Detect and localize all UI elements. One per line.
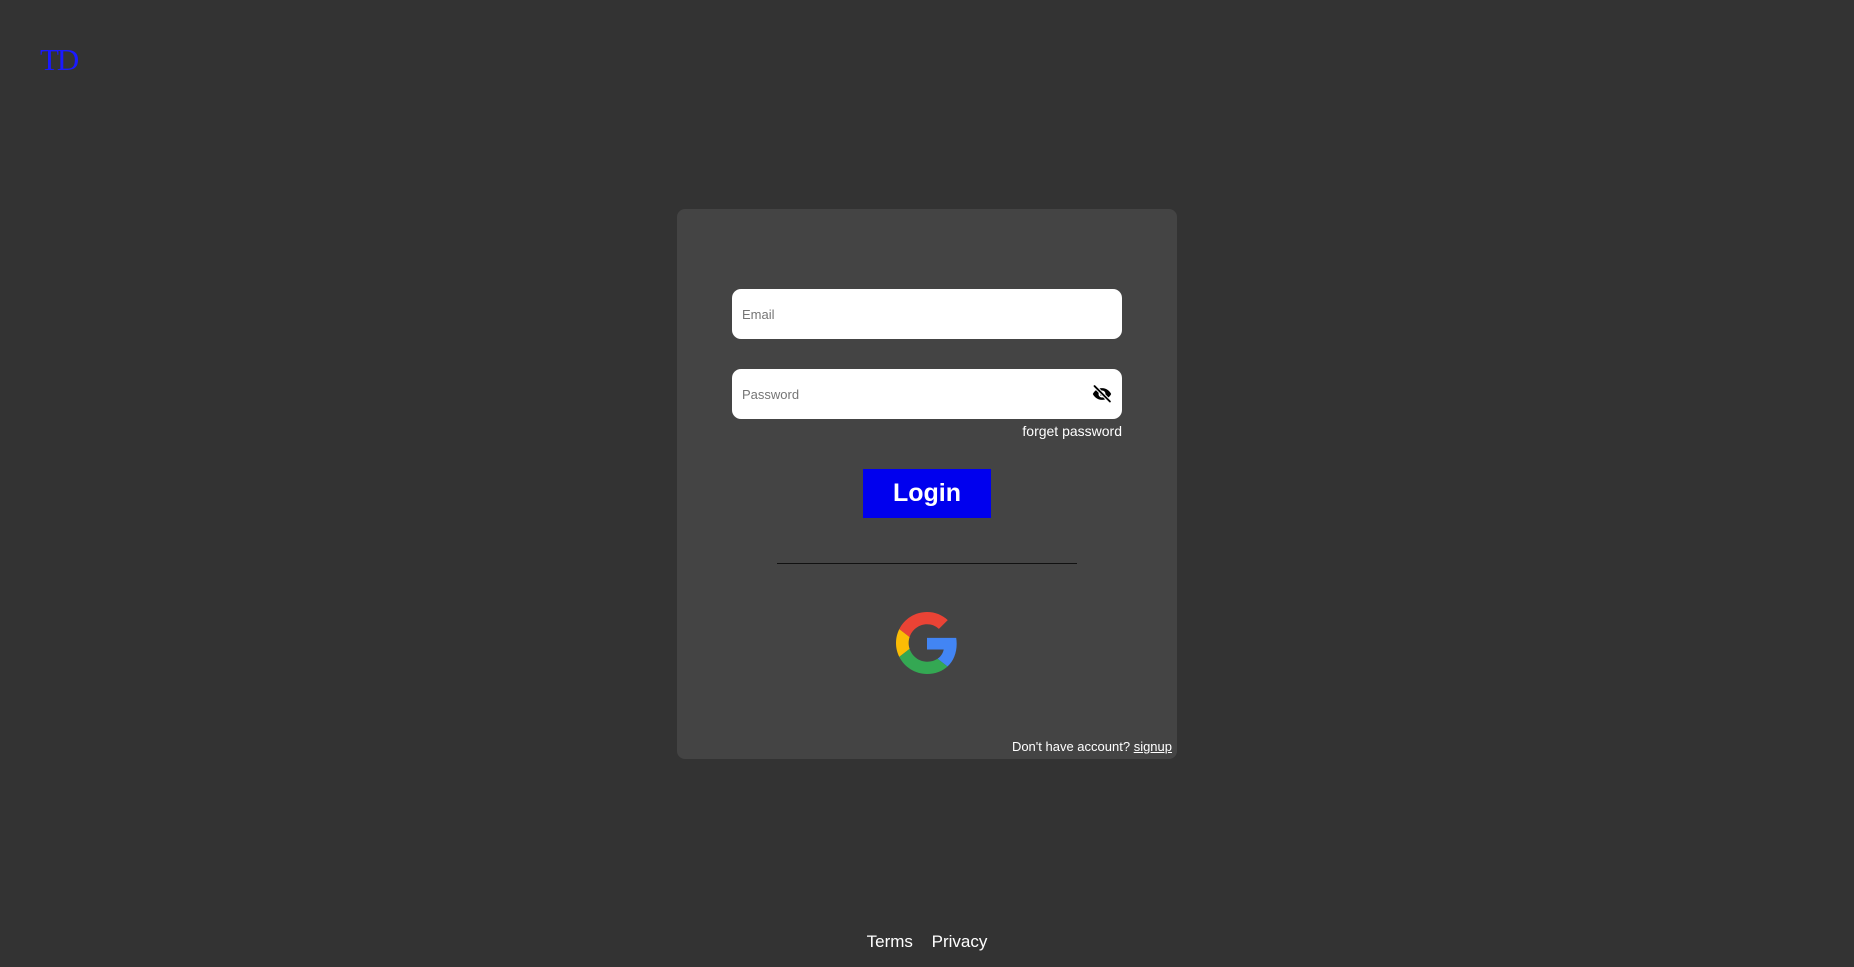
terms-link[interactable]: Terms bbox=[867, 932, 913, 951]
privacy-link[interactable]: Privacy bbox=[932, 932, 988, 951]
signup-link[interactable]: signup bbox=[1134, 739, 1172, 754]
signup-prompt-text: Don't have account? bbox=[1011, 739, 1131, 754]
email-field-container bbox=[732, 289, 1122, 339]
google-icon[interactable] bbox=[896, 612, 958, 674]
signup-prompt: Don't have account? signup bbox=[1012, 739, 1172, 754]
app-logo[interactable]: TD bbox=[40, 44, 79, 75]
email-input[interactable] bbox=[732, 289, 1122, 339]
login-card: forget password Login Don't have account… bbox=[677, 209, 1177, 759]
password-field-container bbox=[732, 369, 1122, 419]
divider bbox=[777, 563, 1077, 564]
footer: Terms Privacy bbox=[0, 932, 1854, 952]
password-input[interactable] bbox=[732, 369, 1122, 419]
forget-password-link[interactable]: forget password bbox=[1022, 423, 1122, 439]
eye-off-icon[interactable] bbox=[1092, 384, 1112, 404]
login-button[interactable]: Login bbox=[863, 469, 991, 518]
